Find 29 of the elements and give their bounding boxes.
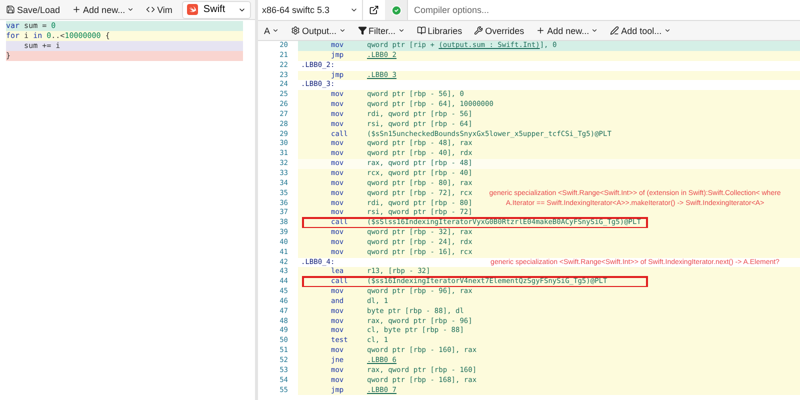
toolbar-button[interactable]: Add tool... <box>608 26 673 36</box>
toolbar-button[interactable]: Vim <box>144 4 174 14</box>
wrench-icon <box>474 26 484 35</box>
caret-icon <box>350 6 358 14</box>
toolbar-button[interactable]: Save/Load <box>4 4 62 14</box>
toolbar-button[interactable]: Filter... <box>356 26 407 36</box>
toolbar-button[interactable]: Libraries <box>414 26 464 36</box>
toolbar-button[interactable]: Add new... <box>534 26 600 36</box>
gear-icon <box>291 26 300 35</box>
language-dropdown[interactable]: Swift <box>182 0 251 18</box>
toolbar-button[interactable]: A <box>262 26 282 36</box>
swift-logo-icon <box>187 4 198 15</box>
toolbar-button[interactable]: Overrides <box>472 26 526 36</box>
pen-icon <box>610 26 620 35</box>
save-icon <box>6 5 15 14</box>
filter-icon <box>358 26 367 35</box>
caret-icon <box>664 27 671 34</box>
external-link-icon <box>369 5 379 15</box>
caret-icon <box>398 27 405 34</box>
caret-icon <box>127 6 134 13</box>
caret-icon <box>338 27 346 34</box>
toolbar-button[interactable]: Add new... <box>70 4 136 14</box>
check-icon <box>390 4 402 16</box>
plus-icon <box>72 5 82 14</box>
book-icon <box>416 26 426 35</box>
toolbar-button[interactable]: Output... <box>289 26 348 36</box>
caret-icon <box>591 27 598 34</box>
caret-icon <box>272 27 280 34</box>
plus-icon <box>536 26 546 35</box>
